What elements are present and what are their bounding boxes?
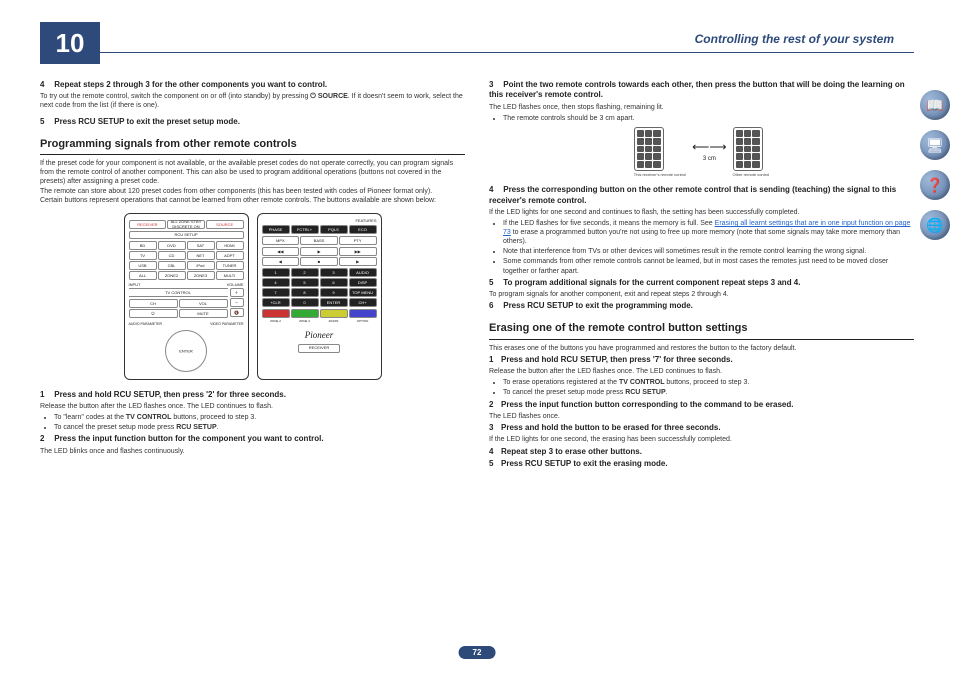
- remote-illustration: RECEIVER ALL ZONE STBY DISCRETE ON SOURC…: [40, 213, 465, 380]
- r-step-5: 5 To program additional signals for the …: [489, 278, 914, 288]
- r-step-3-bullets: The remote controls should be 3 cm apart…: [503, 114, 914, 123]
- prog-step-1: 1 Press and hold RCU SETUP, then press '…: [40, 390, 465, 400]
- r-step-4: 4 Press the corresponding button on the …: [489, 185, 914, 206]
- remote-top-half: RECEIVER ALL ZONE STBY DISCRETE ON SOURC…: [124, 213, 249, 380]
- step-4-body: To try out the remote control, switch th…: [40, 92, 465, 110]
- heading-programming: Programming signals from other remote co…: [40, 137, 465, 155]
- step-4: 4 Repeat steps 2 through 3 for the other…: [40, 80, 465, 90]
- nav-icon-rail: 📖 🖥 ❓ 🌐: [920, 90, 950, 240]
- left-column: 4 Repeat steps 2 through 3 for the other…: [40, 78, 465, 635]
- chapter-number-box: 10: [40, 22, 100, 64]
- remote-distance-diagram: This receiver's remote control ⟵⟶ 3 cm O…: [489, 127, 914, 177]
- link-erase-all[interactable]: Erasing all learnt settings that are in …: [715, 220, 884, 227]
- r-step-3: 3 Point the two remote controls towards …: [489, 80, 914, 101]
- title-rule: [100, 52, 914, 53]
- computer-icon[interactable]: 🖥: [920, 130, 950, 160]
- remote-bottom-half: FEATURES PHASE FCTRL+ PQLS ECO MPXBASSPT…: [257, 213, 382, 380]
- globe-icon[interactable]: 🌐: [920, 210, 950, 240]
- e-step-1-body: Release the button after the LED flashes…: [489, 367, 914, 376]
- e-step-2-body: The LED flashes once.: [489, 412, 914, 421]
- step-5: 5 Press RCU SETUP to exit the preset set…: [40, 117, 465, 127]
- prog-step-1-body: Release the button after the LED flashes…: [40, 402, 465, 411]
- prog-p1: If the preset code for your component is…: [40, 159, 465, 186]
- prog-p3: Certain buttons represent operations tha…: [40, 196, 465, 205]
- r-step-4-bullets: If the LED flashes for five seconds, it …: [503, 219, 914, 276]
- e-step-1-bullets: To erase operations registered at the TV…: [503, 378, 914, 397]
- e-step-1: 1Press and hold RCU SETUP, then press '7…: [489, 355, 914, 365]
- e-step-2: 2Press the input function button corresp…: [489, 400, 914, 410]
- help-icon[interactable]: ❓: [920, 170, 950, 200]
- page-number: 72: [459, 646, 496, 659]
- mini-remote-icon: [634, 127, 664, 171]
- prog-p2: The remote can store about 120 preset co…: [40, 187, 465, 196]
- book-icon[interactable]: 📖: [920, 90, 950, 120]
- chapter-title: Controlling the rest of your system: [695, 32, 894, 46]
- e-step-4: 4Repeat step 3 to erase other buttons.: [489, 447, 914, 457]
- e-step-3: 3Press and hold the button to be erased …: [489, 423, 914, 433]
- prog-step-2: 2 Press the input function button for th…: [40, 434, 465, 444]
- r-step-4-body: If the LED lights for one second and con…: [489, 208, 914, 217]
- right-column: 3 Point the two remote controls towards …: [489, 78, 914, 635]
- content-columns: 4 Repeat steps 2 through 3 for the other…: [40, 78, 914, 635]
- dpad-icon: [165, 330, 207, 372]
- erase-p: This erases one of the buttons you have …: [489, 344, 914, 353]
- manual-page: 10 Controlling the rest of your system 📖…: [0, 0, 954, 675]
- e-step-3-body: If the LED lights for one second, the er…: [489, 435, 914, 444]
- e-step-5: 5Press RCU SETUP to exit the erasing mod…: [489, 459, 914, 469]
- double-arrow-icon: ⟵⟶: [692, 140, 726, 156]
- r-step-5-body: To program signals for another component…: [489, 290, 914, 299]
- r-step-6: 6 Press RCU SETUP to exit the programmin…: [489, 301, 914, 311]
- r-step-3-body: The LED flashes once, then stops flashin…: [489, 103, 914, 112]
- prog-step-1-bullets: To "learn" codes at the TV CONTROL butto…: [54, 413, 465, 432]
- heading-erasing: Erasing one of the remote control button…: [489, 321, 914, 339]
- prog-step-2-body: The LED blinks once and flashes continuo…: [40, 447, 465, 456]
- mini-remote-icon: [733, 127, 763, 171]
